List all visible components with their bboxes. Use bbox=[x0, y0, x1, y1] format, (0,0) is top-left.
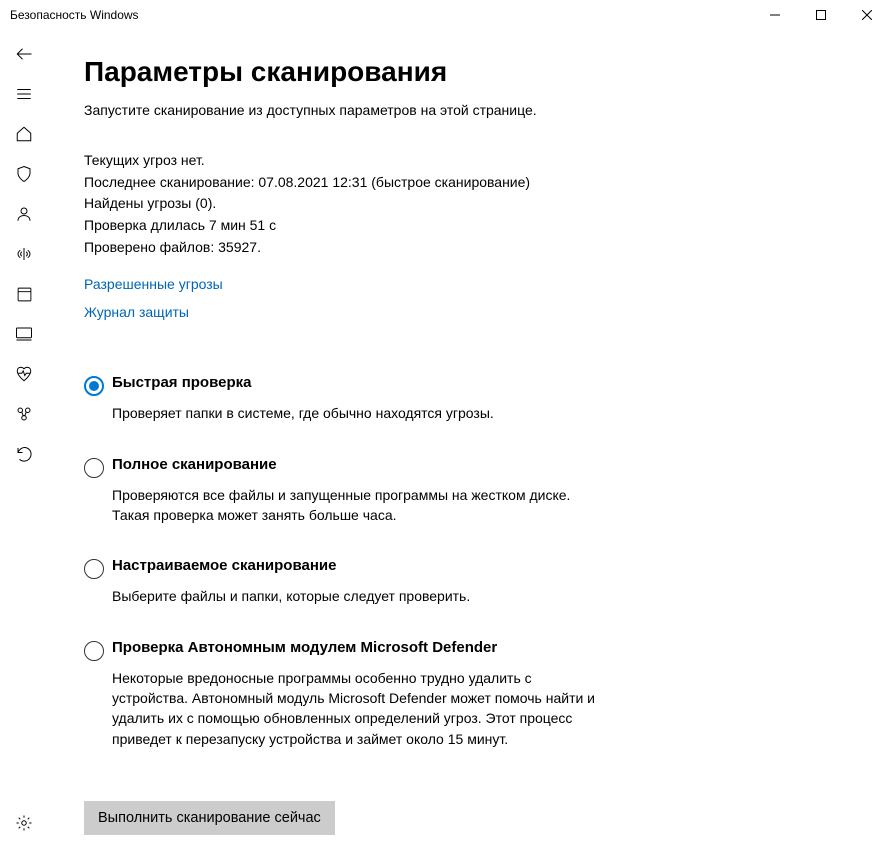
nav-device-security[interactable] bbox=[0, 314, 48, 354]
scan-now-button[interactable]: Выполнить сканирование сейчас bbox=[84, 801, 335, 835]
heart-icon bbox=[15, 365, 33, 383]
hamburger-icon bbox=[15, 85, 33, 103]
maximize-icon bbox=[816, 10, 826, 20]
minimize-icon bbox=[770, 10, 780, 20]
radio-custom[interactable] bbox=[84, 557, 112, 606]
page-subtitle: Запустите сканирование из доступных пара… bbox=[84, 102, 860, 118]
status-files-scanned: Проверено файлов: 35927. bbox=[84, 237, 860, 259]
option-offline-title: Проверка Автономным модулем Microsoft De… bbox=[112, 639, 604, 656]
option-quick-title: Быстрая проверка bbox=[112, 374, 604, 391]
back-icon bbox=[15, 45, 33, 63]
nav-virus-protection[interactable] bbox=[0, 154, 48, 194]
option-quick-desc: Проверяет папки в системе, где обычно на… bbox=[112, 403, 604, 423]
app-control-icon bbox=[16, 286, 33, 303]
account-icon bbox=[15, 205, 33, 223]
close-icon bbox=[862, 10, 872, 20]
history-icon bbox=[15, 445, 33, 463]
option-custom-title: Настраиваемое сканирование bbox=[112, 557, 604, 574]
radio-unselected-icon bbox=[84, 559, 104, 579]
status-duration: Проверка длилась 7 мин 51 с bbox=[84, 215, 860, 237]
option-full-scan[interactable]: Полное сканирование Проверяются все файл… bbox=[84, 456, 604, 526]
option-offline-scan[interactable]: Проверка Автономным модулем Microsoft De… bbox=[84, 639, 604, 749]
option-full-title: Полное сканирование bbox=[112, 456, 604, 473]
window-title: Безопасность Windows bbox=[10, 8, 139, 22]
option-full-desc: Проверяются все файлы и запущенные прогр… bbox=[112, 485, 604, 526]
option-custom-scan[interactable]: Настраиваемое сканирование Выберите файл… bbox=[84, 557, 604, 606]
minimize-button[interactable] bbox=[752, 0, 798, 30]
radio-quick[interactable] bbox=[84, 374, 112, 423]
status-no-threats: Текущих угроз нет. bbox=[84, 150, 860, 172]
radio-unselected-icon bbox=[84, 458, 104, 478]
nav-app-browser-control[interactable] bbox=[0, 274, 48, 314]
radio-offline[interactable] bbox=[84, 639, 112, 749]
protection-history-link[interactable]: Журнал защиты bbox=[84, 304, 189, 320]
nav-device-performance[interactable] bbox=[0, 354, 48, 394]
nav-account-protection[interactable] bbox=[0, 194, 48, 234]
window-controls bbox=[752, 0, 890, 30]
nav-firewall[interactable] bbox=[0, 234, 48, 274]
status-last-scan: Последнее сканирование: 07.08.2021 12:31… bbox=[84, 172, 860, 194]
gear-icon bbox=[15, 814, 33, 832]
scan-status: Текущих угроз нет. Последнее сканировани… bbox=[84, 150, 860, 258]
sidebar bbox=[0, 30, 48, 851]
status-threats-found: Найдены угрозы (0). bbox=[84, 193, 860, 215]
nav-settings[interactable] bbox=[0, 803, 48, 843]
option-offline-desc: Некоторые вредоносные программы особенно… bbox=[112, 668, 604, 749]
menu-button[interactable] bbox=[0, 74, 48, 114]
titlebar: Безопасность Windows bbox=[0, 0, 890, 30]
home-icon bbox=[15, 125, 33, 143]
option-quick-scan[interactable]: Быстрая проверка Проверяет папки в систе… bbox=[84, 374, 604, 423]
device-icon bbox=[15, 325, 33, 343]
radio-full[interactable] bbox=[84, 456, 112, 526]
radio-unselected-icon bbox=[84, 641, 104, 661]
maximize-button[interactable] bbox=[798, 0, 844, 30]
nav-home[interactable] bbox=[0, 114, 48, 154]
network-icon bbox=[15, 245, 33, 263]
family-icon bbox=[15, 405, 33, 423]
nav-protection-history[interactable] bbox=[0, 434, 48, 474]
back-button[interactable] bbox=[0, 34, 48, 74]
radio-selected-icon bbox=[84, 376, 104, 396]
nav-family-options[interactable] bbox=[0, 394, 48, 434]
allowed-threats-link[interactable]: Разрешенные угрозы bbox=[84, 276, 223, 292]
content-area: Параметры сканирования Запустите сканиро… bbox=[48, 30, 890, 851]
shield-icon bbox=[15, 165, 33, 183]
page-title: Параметры сканирования bbox=[84, 56, 860, 88]
option-custom-desc: Выберите файлы и папки, которые следует … bbox=[112, 586, 604, 606]
close-button[interactable] bbox=[844, 0, 890, 30]
